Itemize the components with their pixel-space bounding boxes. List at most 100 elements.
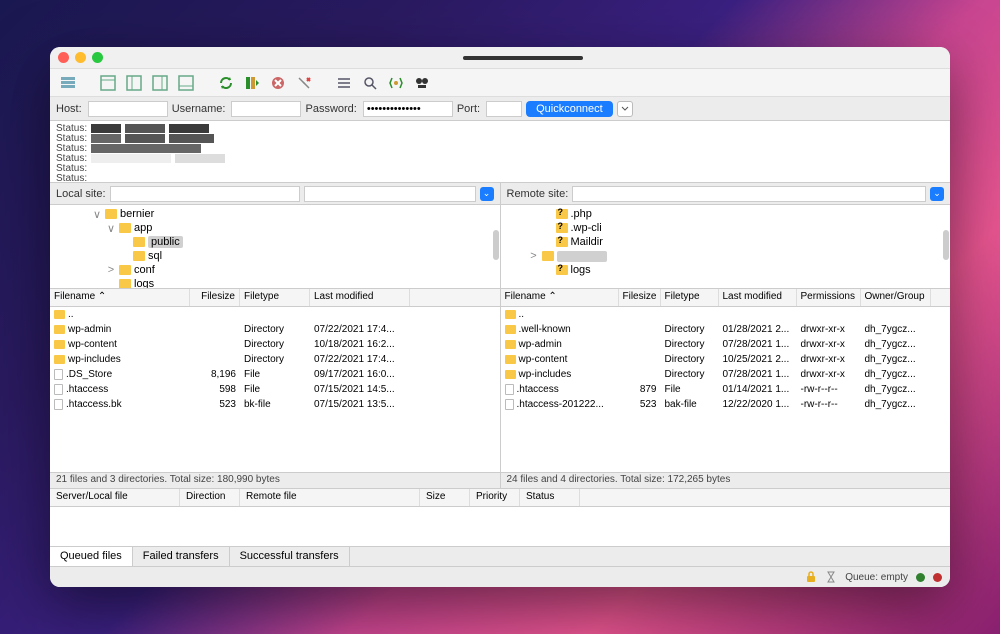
col-status[interactable]: Status (520, 489, 580, 506)
file-row[interactable]: .well-knownDirectory01/28/2021 2...drwxr… (501, 322, 951, 337)
local-tree[interactable]: ∨bernier∨apppublicsql>conflogs (50, 205, 501, 288)
file-name: .well-known (519, 324, 571, 335)
toggle-queue-icon[interactable] (176, 73, 196, 93)
sync-browse-icon[interactable] (412, 73, 432, 93)
list-body[interactable]: ..wp-adminDirectory07/22/2021 17:4...wp-… (50, 307, 500, 472)
host-input[interactable] (88, 101, 168, 117)
queue-body[interactable] (50, 507, 950, 546)
site-manager-icon[interactable] (58, 73, 78, 93)
window-controls (58, 52, 103, 63)
file-size: 879 (619, 384, 661, 395)
file-row[interactable]: .htaccess598File07/15/2021 14:5... (50, 382, 500, 397)
tree-item[interactable]: >conf (50, 263, 500, 277)
tab-success[interactable]: Successful transfers (230, 547, 350, 566)
minimize-window-button[interactable] (75, 52, 86, 63)
chevron-down-icon[interactable]: ⌄ (480, 187, 494, 201)
tree-item-label: .php (571, 208, 592, 220)
tree-item[interactable]: ∨bernier (50, 207, 500, 221)
col-filetype[interactable]: Filetype (240, 289, 310, 306)
tree-item[interactable]: sql (50, 249, 500, 263)
col-direction[interactable]: Direction (180, 489, 240, 506)
col-filesize[interactable]: Filesize (619, 289, 661, 306)
file-perms: -rw-r--r-- (797, 399, 861, 410)
col-permissions[interactable]: Permissions (797, 289, 861, 306)
tree-item[interactable]: public (50, 235, 500, 249)
tree-item[interactable]: Maildir (501, 235, 951, 249)
column-headers[interactable]: Filename ⌃ Filesize Filetype Last modifi… (501, 289, 951, 307)
file-owner: dh_7ygcz... (861, 339, 931, 350)
zoom-window-button[interactable] (92, 52, 103, 63)
close-window-button[interactable] (58, 52, 69, 63)
file-row[interactable]: .DS_Store8,196File09/17/2021 16:0... (50, 367, 500, 382)
quickconnect-dropdown-icon[interactable] (617, 101, 633, 117)
file-row[interactable]: wp-adminDirectory07/28/2021 1...drwxr-xr… (501, 337, 951, 352)
tree-item[interactable]: > (501, 249, 951, 263)
column-headers[interactable]: Filename ⌃ Filesize Filetype Last modifi… (50, 289, 500, 307)
scrollbar[interactable] (943, 230, 949, 260)
col-filename[interactable]: Filename ⌃ (50, 289, 190, 306)
refresh-icon[interactable] (216, 73, 236, 93)
tree-item[interactable]: logs (50, 277, 500, 288)
cancel-icon[interactable] (268, 73, 288, 93)
col-size[interactable]: Size (420, 489, 470, 506)
disclosure-icon[interactable]: > (529, 250, 539, 262)
file-row[interactable]: .. (50, 307, 500, 322)
col-modified[interactable]: Last modified (719, 289, 797, 306)
toggle-remote-tree-icon[interactable] (150, 73, 170, 93)
file-row[interactable]: wp-adminDirectory07/22/2021 17:4... (50, 322, 500, 337)
file-row[interactable]: .htaccess-201222...523bak-file12/22/2020… (501, 397, 951, 412)
file-row[interactable]: wp-contentDirectory10/25/2021 2...drwxr-… (501, 352, 951, 367)
disconnect-icon[interactable] (294, 73, 314, 93)
col-server[interactable]: Server/Local file (50, 489, 180, 506)
local-site-input[interactable] (110, 186, 300, 202)
file-modified: 10/25/2021 2... (719, 354, 797, 365)
col-priority[interactable]: Priority (470, 489, 520, 506)
file-perms: drwxr-xr-x (797, 339, 861, 350)
password-input[interactable] (363, 101, 453, 117)
file-row[interactable]: .. (501, 307, 951, 322)
file-icon (54, 399, 63, 410)
chevron-down-icon[interactable]: ⌄ (930, 187, 944, 201)
quickconnect-button[interactable]: Quickconnect (526, 101, 613, 117)
search-icon[interactable] (360, 73, 380, 93)
local-site-input-2[interactable] (304, 186, 476, 202)
username-input[interactable] (231, 101, 301, 117)
file-row[interactable]: wp-includesDirectory07/28/2021 1...drwxr… (501, 367, 951, 382)
list-body[interactable]: ...well-knownDirectory01/28/2021 2...drw… (501, 307, 951, 472)
toggle-log-icon[interactable] (98, 73, 118, 93)
remote-site-label: Remote site: (507, 188, 569, 200)
file-row[interactable]: wp-contentDirectory10/18/2021 16:2... (50, 337, 500, 352)
tab-failed[interactable]: Failed transfers (133, 547, 230, 566)
hourglass-icon (825, 571, 837, 583)
file-row[interactable]: .htaccess879File01/14/2021 1...-rw-r--r-… (501, 382, 951, 397)
filter-icon[interactable] (334, 73, 354, 93)
remote-tree[interactable]: .php .wp-cliMaildir>logs (501, 205, 951, 288)
tree-item-label: .wp-cli (571, 222, 602, 234)
disclosure-icon[interactable]: > (106, 264, 116, 276)
col-filesize[interactable]: Filesize (190, 289, 240, 306)
disclosure-icon[interactable]: ∨ (106, 222, 116, 235)
titlebar-handle[interactable] (463, 56, 583, 60)
file-row[interactable]: .htaccess.bk523bk-file07/15/2021 13:5... (50, 397, 500, 412)
port-input[interactable] (486, 101, 522, 117)
scrollbar[interactable] (493, 230, 499, 260)
tab-queued[interactable]: Queued files (50, 547, 133, 566)
col-modified[interactable]: Last modified (310, 289, 410, 306)
file-name: .. (68, 309, 74, 320)
col-remote[interactable]: Remote file (240, 489, 420, 506)
col-owner[interactable]: Owner/Group (861, 289, 931, 306)
tree-item[interactable]: .wp-cli (501, 221, 951, 235)
tree-item[interactable]: .php (501, 207, 951, 221)
remote-site-input[interactable] (572, 186, 926, 202)
queue-headers[interactable]: Server/Local file Direction Remote file … (50, 489, 950, 507)
file-row[interactable]: wp-includesDirectory07/22/2021 17:4... (50, 352, 500, 367)
col-filetype[interactable]: Filetype (661, 289, 719, 306)
col-filename[interactable]: Filename ⌃ (501, 289, 619, 306)
disclosure-icon[interactable]: ∨ (92, 208, 102, 221)
compare-icon[interactable] (386, 73, 406, 93)
folder-icon (133, 251, 145, 261)
toggle-local-tree-icon[interactable] (124, 73, 144, 93)
tree-item[interactable]: ∨app (50, 221, 500, 235)
tree-item[interactable]: logs (501, 263, 951, 277)
process-queue-icon[interactable] (242, 73, 262, 93)
